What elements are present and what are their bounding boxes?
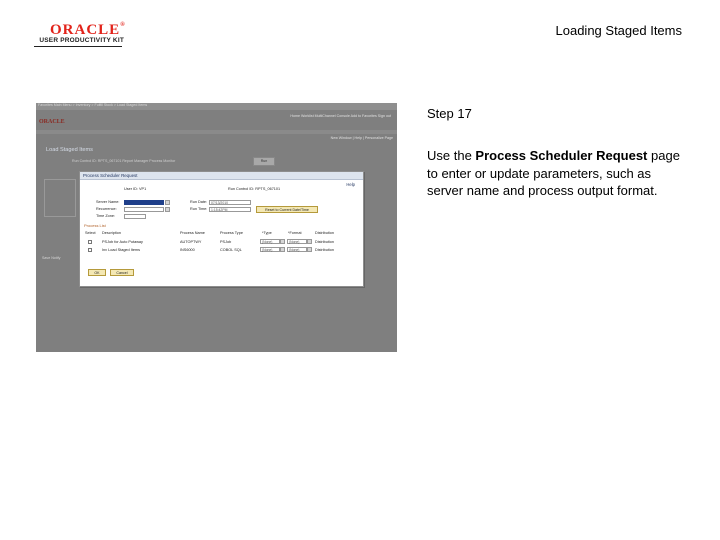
column-header-type: *Type xyxy=(262,231,272,235)
run-date-label: Run Date: xyxy=(190,200,208,204)
logo-registered-mark: ® xyxy=(120,22,126,28)
logo-underline xyxy=(34,46,122,47)
step-instruction: Use the Process Scheduler Request page t… xyxy=(427,147,689,200)
row-2-type-dropdown-icon[interactable] xyxy=(280,247,285,252)
row-2-description: Inv Load Staged Items xyxy=(102,248,140,252)
run-control-label: Run Control ID: xyxy=(228,187,255,191)
help-link[interactable]: Help xyxy=(346,182,355,187)
row-1-format-select[interactable]: (None) xyxy=(287,239,307,244)
recurrence-dropdown-icon[interactable] xyxy=(165,207,170,212)
column-header-process-type: Process Type xyxy=(220,231,243,235)
screenshot-run-button: Run xyxy=(253,157,275,166)
slide-title: Loading Staged Items xyxy=(555,23,682,38)
server-name-label: Server Name: xyxy=(96,200,120,204)
row-2-type-select[interactable]: (None) xyxy=(260,247,280,252)
column-header-format: *Format xyxy=(288,231,302,235)
row-1-description: PSJob for Auto Putaway xyxy=(102,240,143,244)
screenshot-breadcrumbs: Favorites Main Menu > Inventory > Fulfil… xyxy=(38,103,148,107)
row-2-format-dropdown-icon[interactable] xyxy=(307,247,312,252)
logo-brand: ORACLE xyxy=(50,22,121,38)
screenshot-header-links: Home Worklist MultiChannel Console Add t… xyxy=(290,114,391,118)
row-1-process-name: AUTOPTWY xyxy=(180,240,202,244)
run-control-value: RPTS_067101 xyxy=(255,187,281,191)
dialog-title: Process Scheduler Request xyxy=(83,173,138,178)
row-1-process-type: PSJob xyxy=(220,240,232,244)
row-1-distribution-link[interactable]: Distribution xyxy=(315,240,334,244)
reset-date-time-button[interactable]: Reset to Current Date/Time xyxy=(256,206,318,213)
row-2-process-name: INS6000 xyxy=(180,248,195,252)
screenshot-bottom-buttons: Save Notify xyxy=(42,256,61,260)
screenshot-new-window-links: New Window | Help | Personalize Page xyxy=(330,136,393,140)
column-header-process-name: Process Name xyxy=(180,231,205,235)
column-header-select: Select xyxy=(85,231,96,235)
server-name-dropdown-icon[interactable] xyxy=(165,200,170,205)
recurrence-label: Recurrence: xyxy=(96,207,117,211)
user-id-value: VP1 xyxy=(139,187,147,191)
recurrence-select[interactable] xyxy=(124,207,164,212)
logo-product-name: USER PRODUCTIVITY KIT xyxy=(39,37,124,44)
time-zone-label: Time Zone: xyxy=(96,214,116,218)
row-1-select-checkbox[interactable] xyxy=(88,240,92,244)
screenshot-band xyxy=(36,130,397,134)
user-id-label: User ID: xyxy=(124,187,138,191)
instruction-prefix: Use the xyxy=(427,148,476,163)
server-name-select[interactable] xyxy=(124,200,164,205)
application-screenshot: Favorites Main Menu > Inventory > Fulfil… xyxy=(36,103,397,352)
ok-button[interactable]: OK xyxy=(88,269,106,276)
screenshot-run-control-row: Run Control ID: RPTS_067101 Report Manag… xyxy=(72,159,176,163)
column-header-description: Description xyxy=(102,231,121,235)
run-time-field[interactable]: 1:15:42PM xyxy=(209,207,251,212)
row-2-distribution-link[interactable]: Distribution xyxy=(315,248,334,252)
screenshot-oracle-logo: ORACLE xyxy=(39,119,65,125)
instruction-emphasis: Process Scheduler Request xyxy=(475,148,648,163)
dialog-title-bar: Process Scheduler Request xyxy=(80,172,363,180)
run-time-label: Run Time: xyxy=(190,207,208,211)
row-1-format-dropdown-icon[interactable] xyxy=(307,239,312,244)
cancel-button[interactable]: Cancel xyxy=(110,269,134,276)
step-label: Step 17 xyxy=(427,106,472,121)
process-list-heading: Process List xyxy=(84,223,106,228)
row-2-format-select[interactable]: (None) xyxy=(287,247,307,252)
process-scheduler-request-dialog: Process Scheduler Request Help User ID: … xyxy=(79,171,364,287)
row-1-type-dropdown-icon[interactable] xyxy=(280,239,285,244)
screenshot-side-panel xyxy=(44,179,76,217)
row-2-select-checkbox[interactable] xyxy=(88,248,92,252)
run-date-field[interactable]: 07/13/2010 xyxy=(209,200,251,205)
row-1-type-select[interactable]: (None) xyxy=(260,239,280,244)
row-2-process-type: COBOL SQL xyxy=(220,248,242,252)
screenshot-page-heading: Load Staged Items xyxy=(46,147,93,153)
column-header-distribution: Distribution xyxy=(315,231,334,235)
time-zone-field[interactable] xyxy=(124,214,146,219)
